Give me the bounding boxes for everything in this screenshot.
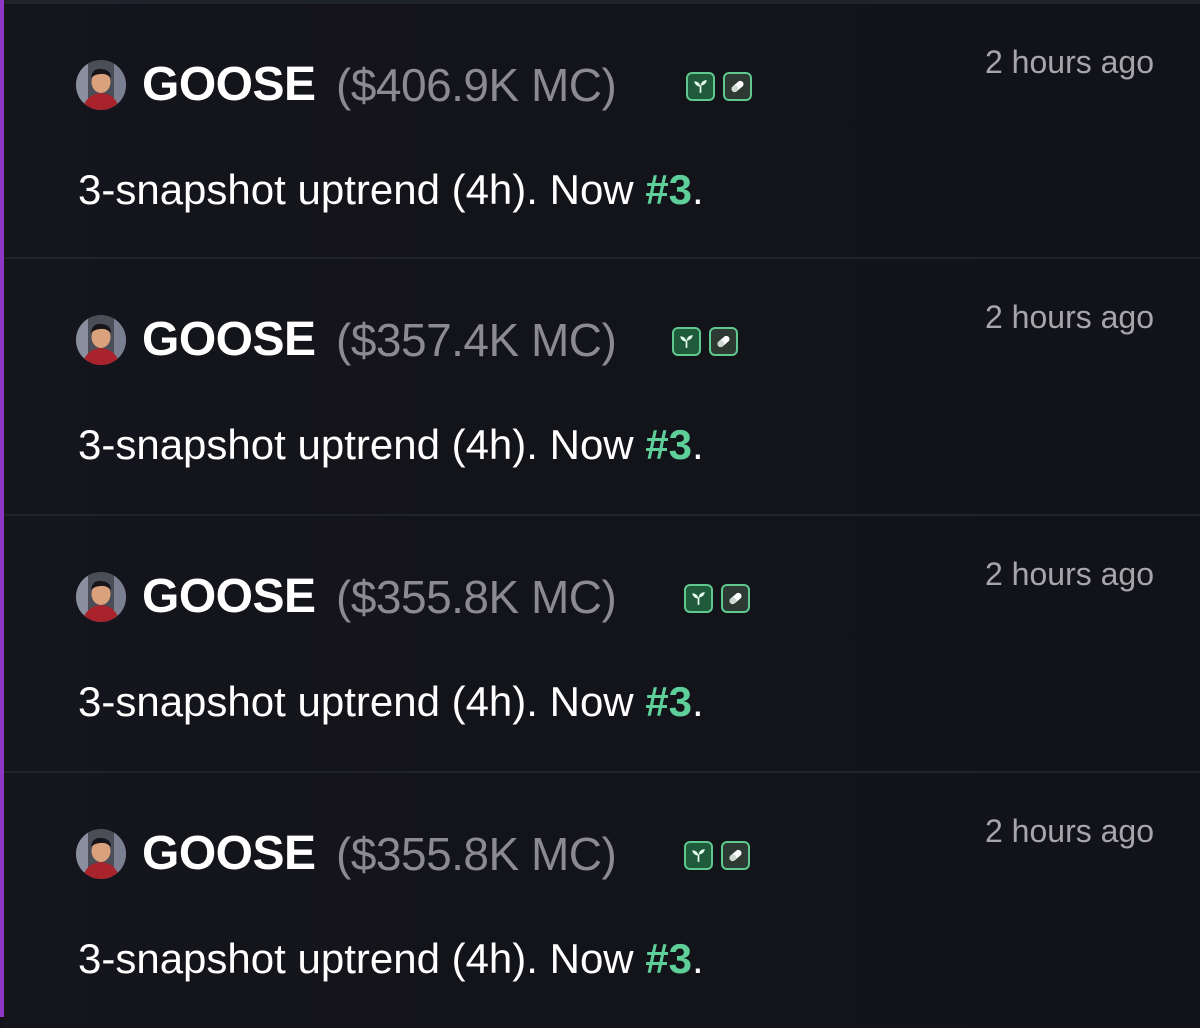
token-name[interactable]: GOOSE — [142, 307, 316, 373]
rank-link[interactable]: #3 — [645, 166, 692, 213]
market-cap: ($355.8K MC) — [336, 571, 617, 623]
token-name[interactable]: GOOSE — [142, 52, 316, 118]
badge-group — [672, 327, 738, 356]
sprout-icon — [686, 72, 715, 101]
timestamp: 2 hours ago — [984, 813, 1154, 849]
alert-feed: GOOSE ($406.9K MC) 2 hours ago 3-snapsho… — [4, 0, 1200, 1028]
badge-group — [684, 841, 750, 870]
rank-link[interactable]: #3 — [645, 678, 692, 725]
feed-item[interactable]: GOOSE ($357.4K MC) 2 hours ago 3-snapsho… — [4, 257, 1200, 514]
message-period: . — [692, 678, 704, 725]
timestamp: 2 hours ago — [984, 299, 1154, 335]
token-name[interactable]: GOOSE — [142, 564, 316, 630]
alert-message: 3-snapshot uptrend (4h). Now #3. — [78, 416, 704, 474]
market-cap: ($357.4K MC) — [336, 314, 617, 366]
pill-icon — [721, 584, 750, 613]
pill-icon — [723, 72, 752, 101]
timestamp: 2 hours ago — [984, 556, 1154, 592]
sprout-icon — [684, 584, 713, 613]
message-period: . — [692, 166, 704, 213]
token-name[interactable]: GOOSE — [142, 821, 316, 887]
message-text: 3-snapshot uptrend (4h). Now — [78, 166, 646, 213]
token-avatar — [76, 829, 126, 879]
badge-group — [686, 72, 752, 101]
alert-message: 3-snapshot uptrend (4h). Now #3. — [78, 161, 704, 219]
pill-icon — [721, 841, 750, 870]
rank-link[interactable]: #3 — [645, 935, 692, 982]
sprout-icon — [672, 327, 701, 356]
message-text: 3-snapshot uptrend (4h). Now — [78, 678, 646, 725]
feed-item[interactable]: GOOSE ($355.8K MC) 2 hours ago 3-snapsho… — [4, 771, 1200, 1028]
alert-message: 3-snapshot uptrend (4h). Now #3. — [78, 930, 704, 988]
token-avatar — [76, 315, 126, 365]
market-cap: ($355.8K MC) — [336, 828, 617, 880]
message-text: 3-snapshot uptrend (4h). Now — [78, 935, 646, 982]
market-cap: ($406.9K MC) — [336, 59, 617, 111]
token-avatar — [76, 60, 126, 110]
token-avatar — [76, 572, 126, 622]
alert-message: 3-snapshot uptrend (4h). Now #3. — [78, 673, 704, 731]
badge-group — [684, 584, 750, 613]
feed-item[interactable]: GOOSE ($355.8K MC) 2 hours ago 3-snapsho… — [4, 514, 1200, 771]
rank-link[interactable]: #3 — [645, 421, 692, 468]
feed-item[interactable]: GOOSE ($406.9K MC) 2 hours ago 3-snapsho… — [4, 0, 1200, 257]
message-period: . — [692, 421, 704, 468]
message-text: 3-snapshot uptrend (4h). Now — [78, 421, 646, 468]
sprout-icon — [684, 841, 713, 870]
message-period: . — [692, 935, 704, 982]
timestamp: 2 hours ago — [984, 44, 1154, 80]
pill-icon — [709, 327, 738, 356]
